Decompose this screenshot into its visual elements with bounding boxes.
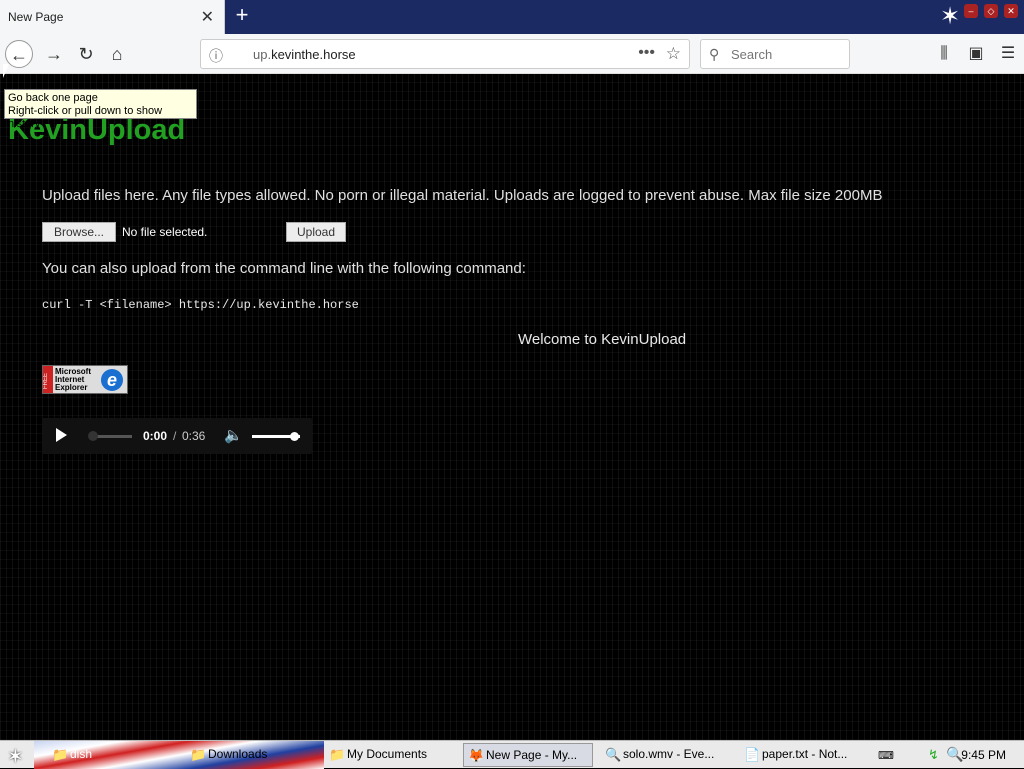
notepad-icon: 📄 [744,747,761,762]
ie-badge-free: FREE [43,366,53,393]
page-actions-icon[interactable]: ••• [638,44,655,62]
taskbar-item-notepad[interactable]: 📄 paper.txt - Not... [740,743,870,767]
tooltip-line-2: Right-click or pull down to show history [8,105,163,130]
back-tooltip: Go back one page Right-click or pull dow… [4,89,197,130]
welcome-text: Welcome to KevinUpload [518,331,687,348]
taskbar-item-browser[interactable]: 🦊 New Page - My... [463,743,593,767]
volume-icon[interactable]: 🔈 [224,426,243,444]
toolbar-right: ⫼ ▣ ☰ [928,40,1024,68]
library-icon[interactable]: ⫼ [928,40,960,68]
minimize-icon[interactable]: – [964,4,978,18]
taskbar-label: Downloads [208,747,268,761]
taskbar-label: paper.txt - Not... [762,747,848,761]
taskbar-label: New Page - My... [486,748,578,762]
network-icon[interactable]: ↯ [928,747,939,763]
folder-icon: 📁 [190,747,207,762]
close-window-icon[interactable]: ✕ [1004,4,1018,18]
forward-button[interactable]: → [40,40,68,68]
star-icon: ✶ [940,3,961,30]
seek-thumb[interactable] [88,431,98,441]
search-input[interactable] [731,45,841,63]
url-prefix: up. [253,47,272,62]
bookmark-star-icon[interactable]: ☆ [666,44,681,64]
taskbar-item-my-documents[interactable]: 📁 My Documents [325,743,453,767]
maximize-icon[interactable]: ◇ [984,4,998,18]
ie-logo-icon: e [101,369,123,391]
keyboard-icon[interactable]: ⌨ [878,749,894,762]
time-separator: / [173,429,177,443]
taskbar-label: dish [70,747,93,761]
new-tab-button[interactable]: + [230,4,254,28]
audio-player: 0:00 / 0:36 🔈 [42,418,312,454]
back-button[interactable]: ← [5,40,33,68]
mouse-cursor [3,64,9,78]
url-text[interactable]: up.kevinthe.horse [253,47,356,62]
upload-description: Upload files here. Any file types allowe… [42,187,883,204]
taskbar-item-downloads[interactable]: 📁 Downloads [186,743,316,767]
home-icon: ⌂ [111,44,123,64]
play-icon[interactable] [56,428,67,442]
back-arrow-icon: ← [10,45,28,65]
tab-bar: New Page ✕ + ✶ – ◇ ✕ [0,0,1024,34]
curl-command: curl -T <filename> https://up.kevinthe.h… [42,298,359,312]
search-icon: 🔍 [605,747,622,762]
duration: 0:36 [182,429,206,443]
tooltip-line-1: Go back one page [8,92,98,104]
folder-icon: 📁 [329,747,346,762]
url-bar[interactable]: ⓘ up.kevinthe.horse ••• ☆ [200,39,690,69]
taskbar-item-dish[interactable]: 📁 dish [48,743,178,767]
search-box[interactable]: ⚲ [700,39,850,69]
browser-icon: 🦊 [468,748,485,763]
menu-icon[interactable]: ☰ [992,40,1024,68]
site-info-icon[interactable]: ⓘ [209,46,223,66]
cmd-intro: You can also upload from the command lin… [42,260,526,277]
url-domain: kevinthe.horse [271,47,356,62]
page-content: KevinUpload Upload files here. Any file … [0,74,1024,740]
folder-icon: 📁 [52,747,69,762]
reload-button[interactable]: ↻ [72,40,100,68]
reload-icon: ↻ [78,44,94,64]
browse-button[interactable]: Browse... [42,222,116,242]
taskbar-label: solo.wmv - Eve... [623,747,715,761]
upload-button[interactable]: Upload [286,222,346,242]
taskbar-item-everything[interactable]: 🔍 solo.wmv - Eve... [601,743,731,767]
tab-new-page[interactable]: New Page ✕ [0,0,225,34]
taskbar: ✶ 📁 dish 📁 Downloads 📁 My Documents 🦊 New Pa… [0,740,1024,769]
current-time: 0:00 [143,429,168,443]
forward-arrow-icon: → [45,44,63,64]
search-icon: ⚲ [709,46,720,62]
file-status: No file selected. [122,225,208,239]
taskbar-label: My Documents [347,747,428,761]
window-controls: – ◇ ✕ [964,4,1018,18]
sidebar-icon[interactable]: ▣ [960,40,992,68]
ie-badge-line-3: Explorer [55,383,88,392]
ie-badge-text: Microsoft Internet Explorer [55,368,91,392]
system-tray: ⌨ ↯ 🔍 9:45 PM [874,743,1024,767]
home-button[interactable]: ⌂ [103,40,131,68]
tab-title: New Page [8,10,64,24]
volume-thumb[interactable] [290,432,299,441]
close-tab-icon[interactable]: ✕ [201,7,214,27]
ie-badge[interactable]: FREE Microsoft Internet Explorer e [42,365,128,394]
clock[interactable]: 9:45 PM [961,748,1006,762]
start-button[interactable]: ✶ [7,744,24,769]
nav-bar: ← → ↻ ⌂ ⓘ up.kevinthe.horse ••• ☆ ⚲ ⫼ ▣ … [0,34,1024,74]
